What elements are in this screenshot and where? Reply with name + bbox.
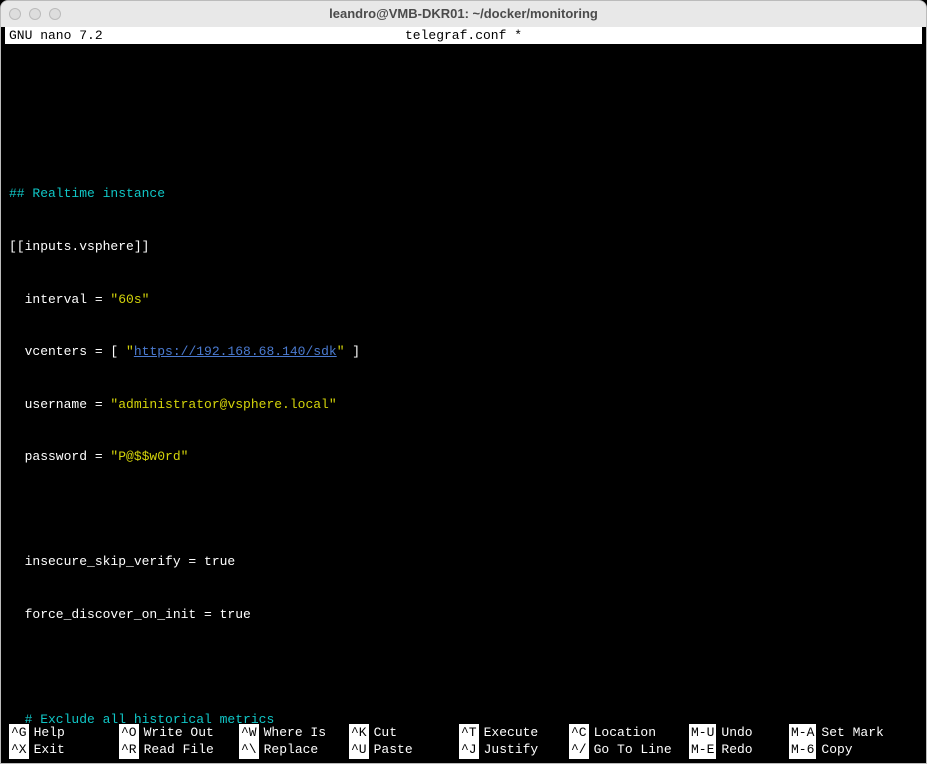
shortcut-redo[interactable]: M-ERedo [689,741,789,759]
shortcut-justify[interactable]: ^JJustify [459,741,569,759]
shortcut-paste[interactable]: ^UPaste [349,741,459,759]
shortcut-goto-line[interactable]: ^/Go To Line [569,741,689,759]
close-icon[interactable] [9,8,21,20]
shortcut-location[interactable]: ^CLocation [569,724,689,742]
password-value: "P@$$w0rd" [110,449,188,464]
nano-file-label: telegraf.conf * [9,27,918,44]
inputs-block: [[inputs.vsphere]] [9,238,918,256]
shortcut-cut[interactable]: ^KCut [349,724,459,742]
nano-app-label: GNU nano 7.2 [9,27,103,44]
vcenters-url[interactable]: https://192.168.68.140/sdk [134,344,337,359]
shortcut-read-file[interactable]: ^RRead File [119,741,239,759]
traffic-lights [9,8,61,20]
shortcut-set-mark[interactable]: M-ASet Mark [789,724,918,742]
shortcut-exit[interactable]: ^XExit [9,741,119,759]
shortcut-row-2: ^XExit ^RRead File ^\Replace ^UPaste ^JJ… [9,741,918,759]
editor-area[interactable]: ## Realtime instance [[inputs.vsphere]] … [5,44,922,724]
username-label: username = [9,397,110,412]
shortcut-execute[interactable]: ^TExecute [459,724,569,742]
terminal-body[interactable]: GNU nano 7.2 telegraf.conf * x ## Realti… [1,27,926,763]
nano-header: GNU nano 7.2 telegraf.conf * x [5,27,922,44]
vcenters-label: vcenters = [ [9,344,126,359]
comment-realtime: ## Realtime instance [9,186,165,201]
shortcut-row-1: ^GHelp ^OWrite Out ^WWhere Is ^KCut ^TEx… [9,724,918,742]
minimize-icon[interactable] [29,8,41,20]
terminal-window: leandro@VMB-DKR01: ~/docker/monitoring G… [0,0,927,764]
shortcut-where-is[interactable]: ^WWhere Is [239,724,349,742]
window-title: leandro@VMB-DKR01: ~/docker/monitoring [1,5,926,23]
nano-shortcut-bar: ^GHelp ^OWrite Out ^WWhere Is ^KCut ^TEx… [5,724,922,759]
shortcut-replace[interactable]: ^\Replace [239,741,349,759]
titlebar[interactable]: leandro@VMB-DKR01: ~/docker/monitoring [1,1,926,27]
shortcut-copy[interactable]: M-6Copy [789,741,918,759]
shortcut-write-out[interactable]: ^OWrite Out [119,724,239,742]
password-label: password = [9,449,110,464]
maximize-icon[interactable] [49,8,61,20]
exclude-historical-comment: # Exclude all historical metrics [9,712,274,724]
force-line: force_discover_on_init = true [9,606,918,624]
interval-value: "60s" [110,292,149,307]
shortcut-help[interactable]: ^GHelp [9,724,119,742]
shortcut-undo[interactable]: M-UUndo [689,724,789,742]
username-value: "administrator@vsphere.local" [110,397,336,412]
insecure-line: insecure_skip_verify = true [9,553,918,571]
interval-label: interval = [9,292,110,307]
